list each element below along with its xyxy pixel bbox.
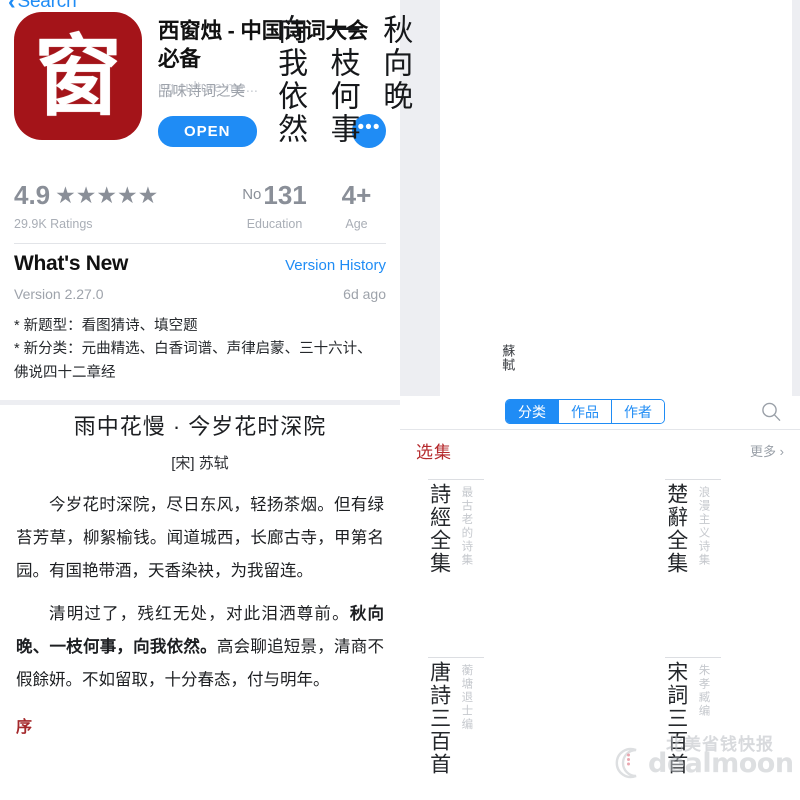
age-value: 4+ [341,180,372,210]
verse-columns: 向我依然 一枝何事 秋向晚 [267,14,756,146]
app-subtitle-current: 品味诗词之美 [158,84,245,101]
tabbar-underline [400,429,800,430]
divider-stats [14,243,386,244]
poetry-app-panel: 向我依然 一枝何事 秋向晚 蘇軾 分类 作品 作者 选集 更多 › 最古老的诗集… [272,0,800,800]
section-header: 选集 更多 › [400,430,800,467]
tab-works[interactable]: 作品 [559,400,612,423]
poem-stanza-1: 今岁花时深院，尽日东风，轻扬茶烟。但有绿苔芳草，柳絮榆钱。闻道城西，长廊古寺，甲… [16,496,384,580]
poem-preface-label: 序 [16,719,33,736]
version-number: Version 2.27.0 [14,286,104,302]
version-history-link[interactable]: Version History [285,257,386,274]
app-icon[interactable]: 窗 [14,12,142,140]
rank-value: 131 [263,180,307,210]
stanza2-part-a: 清明过了，残红无处，对此泪洒尊前。 [49,605,350,623]
book-card[interactable]: 朱孝臧编 宋詞三百首 [649,651,800,800]
update-time: 6d ago [343,286,386,302]
release-note-line: * 新题型：看图猜诗、填空题 [14,318,198,334]
stat-rating: 4.9 ★★★★★ 29.9K Ratings [14,182,222,231]
book-description: 浪漫主义诗集 [697,486,712,567]
whats-new-section: What's New Version History Version 2.27.… [0,252,400,385]
book-description: 朱孝臧编 [697,664,712,718]
open-button[interactable]: OPEN [158,115,257,147]
section-title: 选集 [416,443,452,462]
stat-rank: No 131 Education [222,182,327,231]
book-title: 楚辭全集 [664,483,689,575]
rank-category: Education [246,217,303,231]
segmented-control[interactable]: 分类 作品 作者 [505,399,665,424]
book-description: 最古老的诗集 [460,486,475,567]
rank-prefix: No [242,185,262,203]
card-rule [665,479,722,480]
book-card[interactable]: 蘅塘退士编 唐詩三百首 [412,651,649,800]
chevron-left-icon: ‹ [8,0,16,14]
book-card[interactable]: 浪漫主义诗集 楚辭全集 [649,473,800,643]
book-title: 詩經全集 [427,483,452,575]
book-grid: 最古老的诗集 詩經全集 浪漫主义诗集 楚辭全集 道家哲学经典 道德經 [400,467,800,800]
verse-column: 向我依然 [272,14,308,146]
release-note-line: * 新分类：元曲精选、白香词谱、声律启蒙、三十六计、佛说四十二章经 [14,341,372,381]
verse-column: 一枝何事 [324,14,360,146]
verse-card[interactable]: 向我依然 一枝何事 秋向晚 蘇軾 [272,0,792,396]
poem-reader: 雨中花慢 · 今岁花时深院 [宋] 苏轼 今岁花时深院，尽日东风，轻扬茶烟。但有… [0,405,400,737]
star-rating-icon: ★★★★★ [55,181,159,208]
app-screenshot: ‹ Search 窗 西窗烛 - 中国诗词大会必备 ng culture me.… [0,0,800,800]
section-more-link[interactable]: 更多 › [750,441,784,460]
book-title: 唐詩三百首 [427,661,452,776]
library-tabbar: 分类 作品 作者 [400,396,800,430]
rating-count: 29.9K Ratings [14,217,93,231]
book-title: 宋詞三百首 [664,661,689,776]
card-rule [428,479,484,480]
poem-title: 雨中花慢 · 今岁花时深院 [73,414,327,439]
poem-author: [宋] 苏轼 [171,455,229,472]
card-rule [428,657,484,658]
card-rule [665,657,722,658]
stat-age: 4+ Age [327,182,386,231]
age-label: Age [345,217,368,231]
library-section: 分类 作品 作者 选集 更多 › 最古老的诗集 詩經全集 浪漫主义诗集 楚辭全集… [400,396,800,800]
book-card[interactable]: 最古老的诗集 詩經全集 [412,473,649,643]
rating-value: 4.9 [14,180,51,210]
verse-author-signature: 蘇軾 [499,344,515,372]
app-stats-row: 4.9 ★★★★★ 29.9K Ratings No 131 Education … [0,182,400,231]
verse-column: 秋向晚 [377,14,413,113]
search-icon[interactable] [760,401,782,423]
book-description: 蘅塘退士编 [460,664,475,732]
whats-new-title: What's New [14,252,129,275]
poem-stanza-2: 清明过了，残红无处，对此泪洒尊前。秋向晚、一枝何事，向我依然。高会聊追短景，清商… [16,598,384,697]
tab-categories[interactable]: 分类 [506,400,559,423]
tab-authors[interactable]: 作者 [612,400,664,423]
